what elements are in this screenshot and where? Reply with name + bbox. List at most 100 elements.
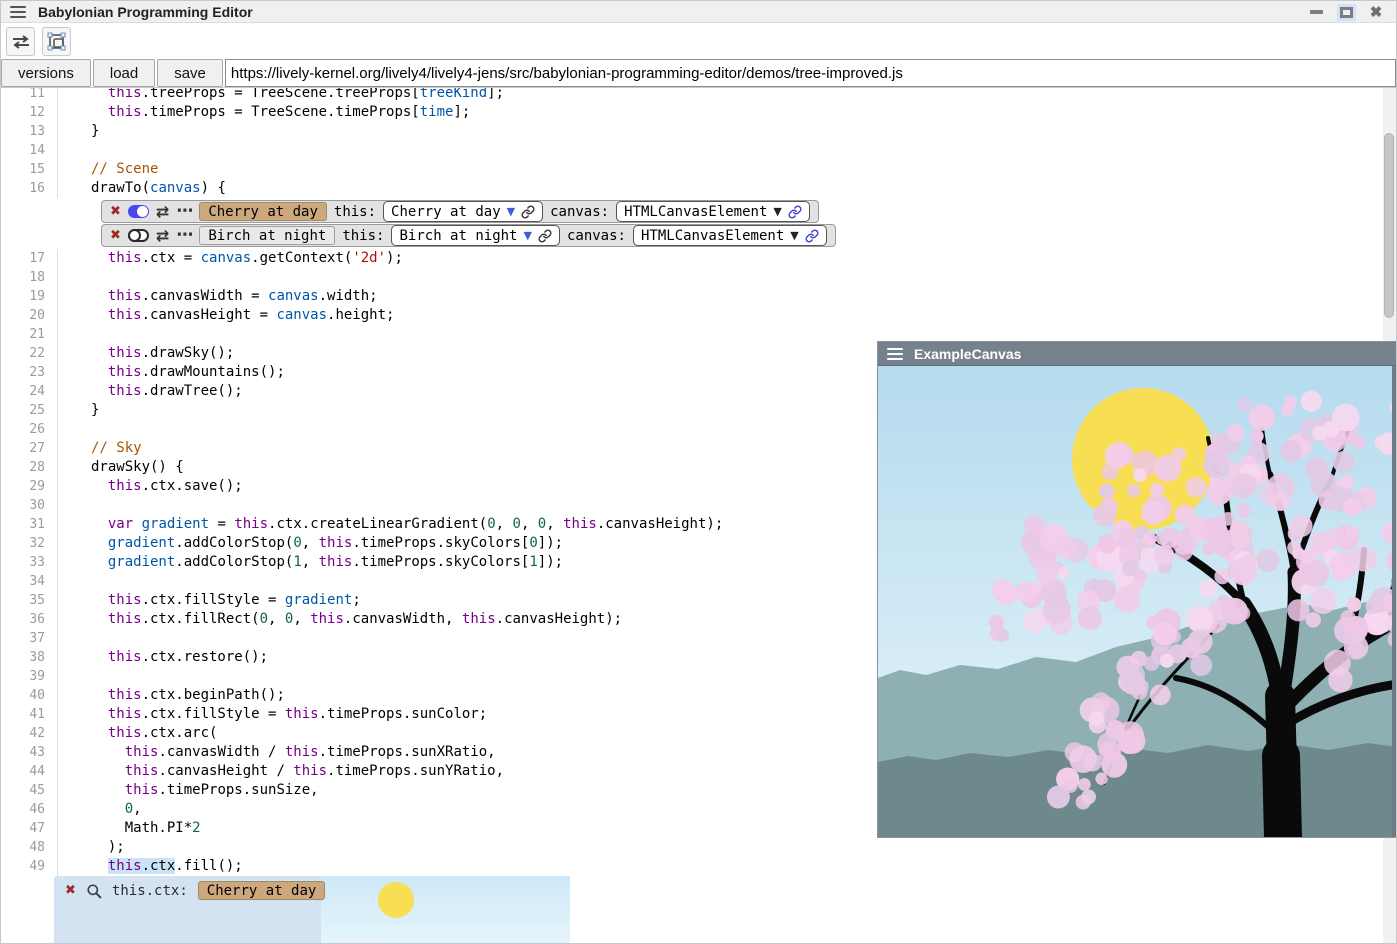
this-value-dropdown[interactable]: Birch at night ▼	[391, 225, 559, 246]
canvas-value-dropdown[interactable]: HTMLCanvasElement ▼	[616, 201, 810, 222]
line-number[interactable]: 40	[1, 686, 58, 705]
minimize-button[interactable]	[1308, 4, 1324, 20]
line-number[interactable]: 46	[1, 800, 58, 819]
probe-swap-icon[interactable]: ⇄	[156, 228, 169, 244]
example-name-badge[interactable]: Cherry at day	[199, 202, 327, 221]
line-number[interactable]: 12	[1, 103, 58, 122]
line-number[interactable]: 24	[1, 382, 58, 401]
chain-link-icon[interactable]	[521, 205, 535, 219]
line-number[interactable]: 35	[1, 591, 58, 610]
maximize-button[interactable]	[1338, 4, 1354, 20]
code-text: );	[58, 838, 125, 857]
line-number[interactable]: 37	[1, 629, 58, 648]
line-number[interactable]: 20	[1, 306, 58, 325]
code-text: 0,	[58, 800, 142, 819]
code-text: var gradient = this.ctx.createLinearGrad…	[58, 515, 723, 534]
line-number[interactable]: 21	[1, 325, 58, 344]
probe-more-icon[interactable]: ⋯	[176, 203, 192, 220]
example-name-badge[interactable]: Cherry at day	[198, 881, 326, 900]
chain-link-icon[interactable]	[788, 205, 802, 219]
this-value-text: Birch at night	[399, 228, 517, 244]
transform-selection-button[interactable]	[42, 27, 71, 56]
load-button[interactable]: load	[93, 59, 155, 87]
line-number[interactable]: 43	[1, 743, 58, 762]
line-number[interactable]: 44	[1, 762, 58, 781]
chain-link-icon[interactable]	[538, 229, 552, 243]
line-number[interactable]: 36	[1, 610, 58, 629]
example-toggle-off[interactable]	[128, 229, 149, 242]
line-number[interactable]: 17	[1, 249, 58, 268]
editor-toolbar	[1, 24, 1396, 59]
probe-expression-label: this.ctx:	[112, 883, 188, 899]
line-number[interactable]: 22	[1, 344, 58, 363]
line-number[interactable]: 18	[1, 268, 58, 287]
line-number[interactable]: 42	[1, 724, 58, 743]
line-number[interactable]: 49	[1, 857, 58, 876]
code-line[interactable]: 13}	[1, 122, 1397, 141]
line-number[interactable]: 34	[1, 572, 58, 591]
code-text	[58, 325, 91, 344]
line-number[interactable]: 13	[1, 122, 58, 141]
line-number[interactable]: 30	[1, 496, 58, 515]
menu-hamburger-icon[interactable]	[10, 6, 26, 18]
canvas-value-dropdown[interactable]: HTMLCanvasElement ▼	[633, 225, 827, 246]
line-number[interactable]: 25	[1, 401, 58, 420]
babylonian-editor-window: Babylonian Programming Editor ✖	[0, 0, 1397, 944]
code-line[interactable]: 16drawTo(canvas) {	[1, 179, 1397, 198]
line-number[interactable]: 27	[1, 439, 58, 458]
url-input[interactable]	[225, 59, 1396, 87]
probe-close-icon[interactable]: ✖	[65, 883, 76, 898]
line-number[interactable]: 45	[1, 781, 58, 800]
example-canvas-titlebar[interactable]: ExampleCanvas	[878, 342, 1397, 366]
line-number[interactable]: 16	[1, 179, 58, 198]
line-number[interactable]: 48	[1, 838, 58, 857]
probe-swap-icon[interactable]: ⇄	[156, 204, 169, 220]
code-line[interactable]: 14	[1, 141, 1397, 160]
line-number[interactable]: 32	[1, 534, 58, 553]
code-line[interactable]: 18	[1, 268, 1397, 287]
probe-close-icon[interactable]: ✖	[110, 204, 121, 219]
this-param-label: this:	[334, 204, 376, 220]
swap-arrows-icon	[12, 35, 30, 49]
code-line[interactable]: 17 this.ctx = canvas.getContext('2d');	[1, 249, 1397, 268]
line-number[interactable]: 11	[1, 88, 58, 103]
probe-more-icon[interactable]: ⋯	[176, 227, 192, 244]
code-line[interactable]: 12 this.timeProps = TreeScene.timeProps[…	[1, 103, 1397, 122]
code-line[interactable]: 19 this.canvasWidth = canvas.width;	[1, 287, 1397, 306]
line-number[interactable]: 23	[1, 363, 58, 382]
line-number[interactable]: 29	[1, 477, 58, 496]
line-number[interactable]: 47	[1, 819, 58, 838]
code-line[interactable]: 48 );	[1, 838, 1397, 857]
line-number[interactable]: 15	[1, 160, 58, 179]
code-line[interactable]: 15// Scene	[1, 160, 1397, 179]
line-number[interactable]: 39	[1, 667, 58, 686]
example-toggle-on[interactable]	[128, 205, 149, 218]
magnifier-icon[interactable]	[86, 883, 102, 899]
code-line[interactable]: 20 this.canvasHeight = canvas.height;	[1, 306, 1397, 325]
this-value-dropdown[interactable]: Cherry at day ▼	[383, 201, 543, 222]
chain-link-icon[interactable]	[805, 229, 819, 243]
line-number[interactable]: 28	[1, 458, 58, 477]
line-number[interactable]: 31	[1, 515, 58, 534]
save-button[interactable]: save	[157, 59, 223, 87]
versions-button[interactable]: versions	[1, 59, 91, 87]
scrollbar-thumb[interactable]	[1384, 133, 1394, 318]
code-text: // Scene	[58, 160, 158, 179]
line-number[interactable]: 26	[1, 420, 58, 439]
line-number[interactable]: 33	[1, 553, 58, 572]
close-button[interactable]: ✖	[1368, 4, 1384, 20]
example-canvas-window[interactable]: ExampleCanvas	[877, 341, 1397, 838]
code-line[interactable]: 49 this.ctx.fill();	[1, 857, 1397, 876]
line-number[interactable]: 19	[1, 287, 58, 306]
code-line[interactable]: 11 this.treeProps = TreeScene.treeProps[…	[1, 88, 1397, 103]
example-name-badge[interactable]: Birch at night	[199, 226, 335, 245]
code-text: this.ctx.fill();	[58, 857, 243, 876]
code-text: this.treeProps = TreeScene.treeProps[tre…	[58, 88, 504, 103]
line-number[interactable]: 14	[1, 141, 58, 160]
swap-connections-button[interactable]	[6, 27, 35, 56]
code-text	[58, 629, 91, 648]
line-number[interactable]: 41	[1, 705, 58, 724]
probe-close-icon[interactable]: ✖	[110, 228, 121, 243]
menu-hamburger-icon[interactable]	[887, 348, 903, 360]
line-number[interactable]: 38	[1, 648, 58, 667]
